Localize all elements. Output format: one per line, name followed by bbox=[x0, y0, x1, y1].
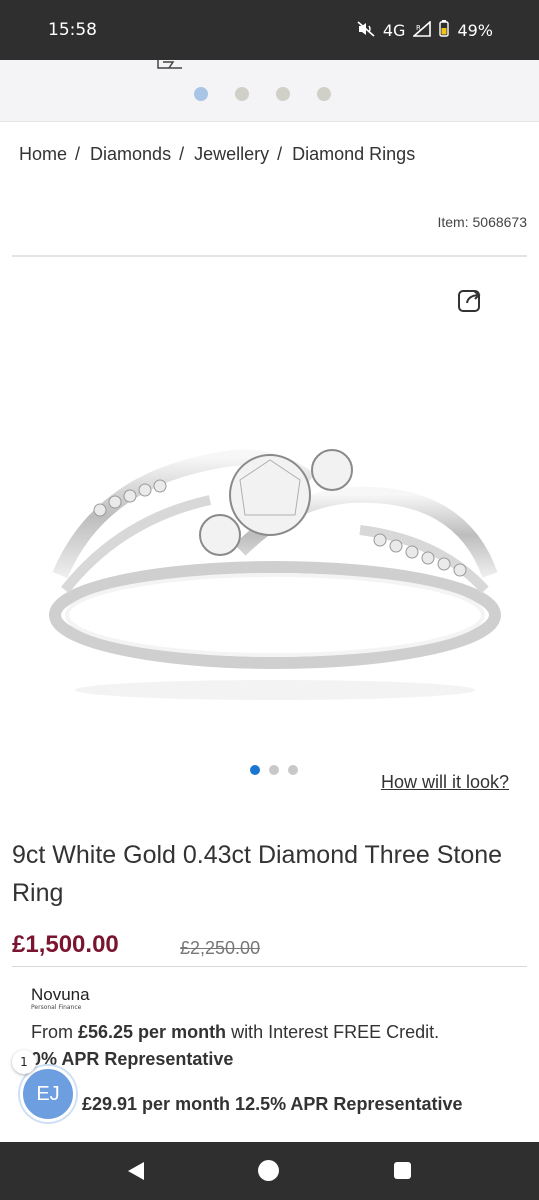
gallery-dot[interactable] bbox=[288, 765, 298, 775]
status-time: 15:58 bbox=[48, 20, 97, 40]
share-icon[interactable] bbox=[456, 286, 484, 314]
finance-option-2: £29.91 per month 12.5% APR Representativ… bbox=[82, 1094, 463, 1114]
current-price: £1,500.00 bbox=[12, 931, 119, 958]
promo-dot[interactable] bbox=[276, 87, 290, 101]
status-bar: 15:58 4G R 49% bbox=[0, 0, 539, 60]
promo-icon bbox=[157, 60, 182, 69]
finance-option-1: From £56.25 per month with Interest FREE… bbox=[31, 1022, 439, 1043]
breadcrumb-home[interactable]: Home bbox=[19, 144, 67, 165]
promo-dot[interactable] bbox=[317, 87, 331, 101]
was-price: £2,250.00 bbox=[180, 938, 261, 958]
novuna-subtitle: Personal Finance bbox=[31, 1004, 82, 1011]
product-image[interactable] bbox=[40, 400, 510, 730]
chat-notification-badge: 1 bbox=[12, 1050, 36, 1074]
gallery-pagination bbox=[250, 765, 298, 775]
back-icon[interactable] bbox=[126, 1161, 146, 1181]
divider bbox=[12, 966, 527, 967]
chat-avatar-button[interactable]: EJ bbox=[20, 1066, 76, 1122]
breadcrumb-separator: / bbox=[179, 144, 185, 164]
item-number: Item: 5068673 bbox=[437, 214, 527, 230]
breadcrumb-diamonds[interactable]: Diamonds bbox=[90, 144, 171, 165]
how-will-it-look-link[interactable]: How will it look? bbox=[381, 772, 509, 793]
gallery-dot[interactable] bbox=[250, 765, 260, 775]
network-label: 4G bbox=[382, 21, 406, 40]
recent-apps-icon[interactable] bbox=[394, 1162, 411, 1179]
promo-dot[interactable] bbox=[194, 87, 208, 101]
signal-icon: R bbox=[412, 19, 432, 41]
divider bbox=[12, 255, 527, 257]
novuna-name: Novuna bbox=[31, 985, 90, 1004]
breadcrumb-separator: / bbox=[75, 144, 81, 164]
breadcrumb: Home / Diamonds / Jewellery / Diamond Ri… bbox=[19, 144, 415, 165]
status-icons: 4G R 49% bbox=[357, 19, 493, 41]
finance-option-1-apr: 0% APR Representative bbox=[31, 1049, 234, 1069]
breadcrumb-separator: / bbox=[277, 144, 283, 164]
finance-amount: £56.25 per month bbox=[78, 1022, 227, 1042]
finance-prefix: From bbox=[31, 1022, 78, 1042]
system-nav-bar bbox=[0, 1142, 539, 1200]
promo-pagination bbox=[194, 87, 331, 101]
mute-icon bbox=[357, 20, 375, 41]
finance-suffix: with Interest FREE Credit. bbox=[226, 1022, 440, 1042]
gallery-dot[interactable] bbox=[269, 765, 279, 775]
promo-carousel[interactable] bbox=[0, 60, 539, 122]
product-title: 9ct White Gold 0.43ct Diamond Three Ston… bbox=[12, 841, 503, 907]
battery-icon bbox=[439, 20, 450, 41]
promo-dot[interactable] bbox=[235, 87, 249, 101]
roaming-label: R bbox=[416, 24, 421, 32]
novuna-logo: Novuna Personal Finance bbox=[31, 985, 90, 1011]
breadcrumb-diamond-rings[interactable]: Diamond Rings bbox=[292, 144, 415, 165]
breadcrumb-jewellery[interactable]: Jewellery bbox=[194, 144, 269, 165]
battery-level: 49% bbox=[457, 21, 493, 40]
home-icon[interactable] bbox=[258, 1160, 279, 1181]
